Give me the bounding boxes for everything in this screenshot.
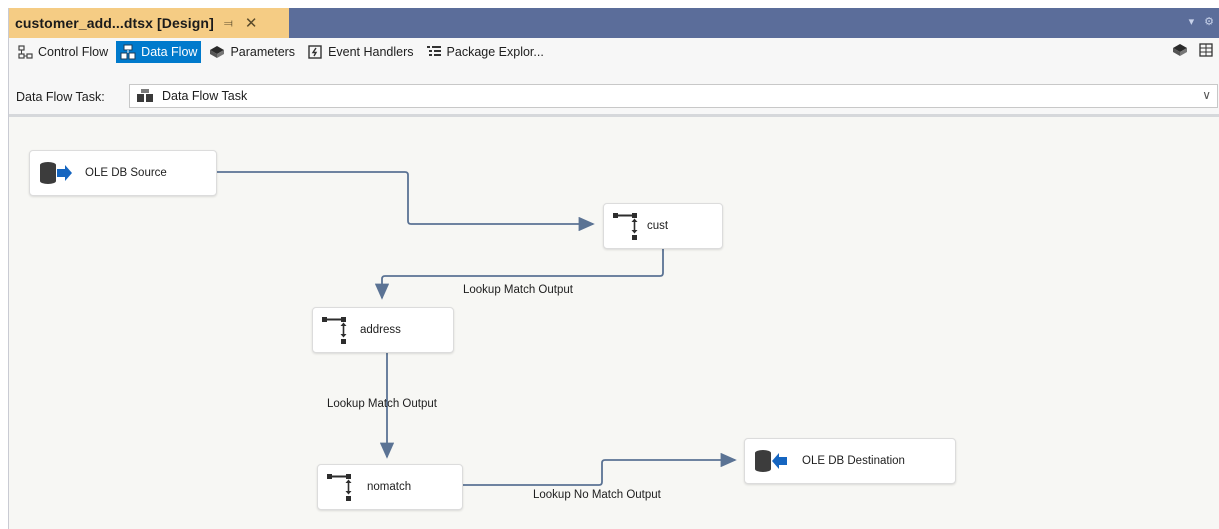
tab-data-flow-label: Data Flow [141, 45, 198, 59]
lookup-icon [613, 211, 639, 241]
document-tab-strip: customer_add...dtsx [Design] ⫤ ✕ ▾ ⚙ [9, 8, 1219, 38]
settings-icon[interactable]: ⚙ [1204, 15, 1214, 28]
document-tab-title: customer_add...dtsx [Design] [15, 15, 214, 31]
lookup-icon [327, 472, 353, 502]
ole-db-destination-icon [754, 449, 788, 473]
component-lookup-nomatch[interactable]: nomatch [317, 464, 463, 510]
document-tab[interactable]: customer_add...dtsx [Design] ⫤ ✕ [9, 8, 289, 38]
path-label-address-to-nomatch: Lookup Match Output [327, 398, 437, 410]
path-nomatch-to-destination[interactable] [462, 452, 737, 486]
tab-control-flow[interactable]: Control Flow [13, 41, 112, 63]
package-explorer-icon [426, 44, 442, 60]
data-flow-task-icon [136, 88, 154, 104]
ole-db-source-label: OLE DB Source [85, 167, 167, 179]
tab-parameters[interactable]: Parameters [205, 41, 299, 63]
lookup-nomatch-label: nomatch [367, 481, 412, 493]
tab-data-flow[interactable]: Data Flow [116, 41, 202, 63]
variables-icon[interactable] [1172, 42, 1188, 63]
component-lookup-cust[interactable]: cust [603, 203, 723, 249]
tab-event-handlers[interactable]: Event Handlers [303, 41, 417, 63]
parameters-icon [209, 44, 225, 60]
dropdown-icon[interactable]: ▾ [1189, 15, 1195, 28]
event-handlers-icon [307, 44, 323, 60]
data-flow-canvas[interactable]: OLE DB Source cust address nomatch OLE D [9, 117, 1219, 529]
tab-event-handlers-label: Event Handlers [328, 45, 414, 59]
component-ole-db-source[interactable]: OLE DB Source [29, 150, 217, 196]
tab-package-explorer[interactable]: Package Explor... [422, 41, 548, 63]
pin-icon[interactable]: ⫤ [224, 16, 233, 31]
tab-package-explorer-label: Package Explor... [446, 45, 544, 59]
package-designer-window: customer_add...dtsx [Design] ⫤ ✕ ▾ ⚙ Con… [8, 8, 1219, 529]
path-label-cust-to-address: Lookup Match Output [463, 284, 573, 296]
tab-control-flow-label: Control Flow [38, 45, 109, 59]
task-selector-dropdown[interactable]: Data Flow Task ∨ [129, 84, 1218, 108]
ole-db-source-icon [39, 161, 73, 185]
toolbox-icon[interactable] [1198, 42, 1214, 63]
close-icon[interactable]: ✕ [245, 14, 258, 32]
path-label-nomatch-to-destination: Lookup No Match Output [533, 489, 661, 501]
task-selector-label: Data Flow Task: [16, 90, 105, 104]
tab-strip-controls: ▾ ⚙ [1189, 15, 1214, 28]
component-lookup-address[interactable]: address [312, 307, 454, 353]
chevron-down-icon: ∨ [1202, 88, 1211, 102]
designer-toolbar-right [1172, 42, 1214, 63]
task-selector-value: Data Flow Task [162, 89, 248, 103]
ole-db-destination-label: OLE DB Destination [802, 455, 905, 467]
path-source-to-cust[interactable] [216, 171, 595, 232]
lookup-cust-label: cust [647, 220, 669, 232]
designer-tab-bar: Control Flow Data Flow Parameters Event … [9, 38, 1219, 66]
component-ole-db-destination[interactable]: OLE DB Destination [744, 438, 956, 484]
tab-parameters-label: Parameters [230, 45, 296, 59]
task-selector-bar: Data Flow Task: Data Flow Task ∨ [9, 66, 1219, 114]
lookup-icon [322, 315, 348, 345]
lookup-address-label: address [360, 324, 401, 336]
control-flow-icon [17, 44, 33, 60]
data-flow-icon [120, 44, 136, 60]
